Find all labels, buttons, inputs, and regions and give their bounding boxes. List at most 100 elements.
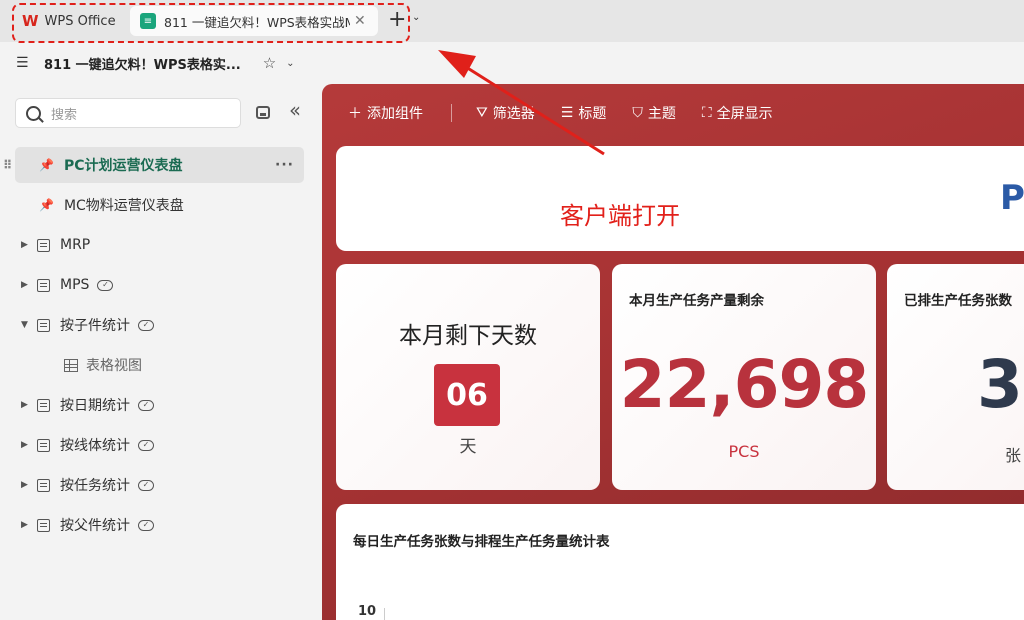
- dashboard-toolbar: ＋ 添加组件 ⛛ 筛选器 ☰ 标题 ⛉ 主题 ⛶ 全屏显示: [322, 84, 1024, 142]
- filter-icon: ⛛: [476, 105, 488, 121]
- sidebar-item-by-subpart[interactable]: ▼ 按子件统计 ✓: [15, 307, 304, 343]
- filter-label: 筛选器: [492, 106, 535, 122]
- sidebar-item-label: MPS: [60, 277, 90, 293]
- sheet-icon: [37, 438, 50, 452]
- pin-icon: 📌: [39, 198, 54, 212]
- fullscreen-icon: ⛶: [701, 105, 712, 121]
- tab-wps-office[interactable]: W WPS Office: [14, 6, 126, 36]
- sheet-icon: [37, 478, 50, 492]
- wps-logo-icon: W: [22, 12, 39, 30]
- add-widget-label: 添加组件: [367, 106, 423, 122]
- expand-arrow-icon[interactable]: ▶: [21, 480, 33, 490]
- card-title: 本月剩下天数: [399, 323, 537, 349]
- search-placeholder: 搜索: [51, 107, 78, 123]
- sheet-doc-icon: ≡: [140, 13, 156, 29]
- theme-label: 主题: [647, 106, 676, 122]
- card-title: 本月生产任务产量剩余: [629, 293, 764, 309]
- tab-bar: W WPS Office ≡ 811 一键追欠料！WPS表格实战M ✕ + ⌄: [0, 0, 1024, 43]
- card-unit: PCS: [728, 442, 760, 461]
- y-axis-tick: 10: [358, 604, 377, 619]
- fullscreen-label: 全屏显示: [716, 106, 773, 122]
- sheet-icon: [37, 238, 50, 252]
- sidebar-item-by-line[interactable]: ▶ 按线体统计 ✓: [15, 427, 304, 463]
- tab-document[interactable]: ≡ 811 一键追欠料！WPS表格实战M ✕: [130, 6, 378, 36]
- document-name[interactable]: 811 一键追欠料！WPS表格实...: [44, 54, 241, 73]
- sidebar-item-mrp[interactable]: ▶ MRP: [15, 227, 304, 263]
- days-value: 06: [434, 364, 500, 426]
- search-input[interactable]: 搜索: [15, 98, 241, 128]
- drag-handle-icon[interactable]: ⠿: [3, 158, 12, 172]
- more-icon[interactable]: ···: [275, 157, 294, 173]
- card-title: 已排生产任务张数: [904, 293, 1012, 309]
- add-widget-button[interactable]: ＋ 添加组件: [348, 103, 423, 123]
- sidebar-item-label: 按父件统计: [60, 518, 130, 534]
- sidebar-item-label: MRP: [60, 237, 91, 253]
- expand-arrow-icon[interactable]: ▶: [21, 240, 33, 250]
- sidebar-item-table-view[interactable]: 表格视图: [15, 347, 304, 383]
- sheet-icon: [37, 318, 50, 332]
- sheet-icon: [37, 518, 50, 532]
- cloud-sync-icon: ✓: [138, 479, 154, 491]
- dashboard-title-card[interactable]: 客户端打开 P: [336, 146, 1024, 251]
- fullscreen-button[interactable]: ⛶ 全屏显示: [702, 103, 773, 123]
- sheet-icon: [37, 278, 50, 292]
- sidebar-item-label: 按任务统计: [60, 478, 130, 494]
- sidebar-item-label: 按线体统计: [60, 438, 130, 454]
- sidebar-item-label: 表格视图: [86, 358, 142, 374]
- close-icon[interactable]: ✕: [354, 13, 366, 29]
- sidebar-item-by-parent[interactable]: ▶ 按父件统计 ✓: [15, 507, 304, 543]
- tab-document-label: 811 一键追欠料！WPS表格实战M: [164, 14, 350, 30]
- title-button[interactable]: ☰ 标题: [561, 103, 607, 123]
- sidebar-item-mps[interactable]: ▶ MPS ✓: [15, 267, 304, 303]
- cloud-sync-icon: ✓: [138, 399, 154, 411]
- panel-toggle-icon[interactable]: [256, 106, 270, 119]
- sidebar-item-mc-dashboard[interactable]: 📌 MC物料运营仪表盘: [15, 187, 304, 223]
- sidebar-item-label: PC计划运营仪表盘: [63, 158, 183, 174]
- plus-icon: ＋: [348, 106, 362, 122]
- card-value: 22,698: [619, 346, 870, 423]
- sidebar-item-by-date[interactable]: ▶ 按日期统计 ✓: [15, 387, 304, 423]
- daily-stats-chart-card[interactable]: 每日生产任务张数与排程生产任务量统计表 10: [336, 504, 1024, 620]
- collapse-sidebar-icon[interactable]: ‹‹: [289, 98, 301, 122]
- chevron-down-icon[interactable]: ⌄: [412, 12, 420, 23]
- sidebar-item-label: 按日期统计: [60, 398, 130, 414]
- pin-icon: 📌: [39, 158, 54, 172]
- expand-arrow-icon[interactable]: ▶: [21, 400, 33, 410]
- theme-button[interactable]: ⛉ 主题: [632, 103, 676, 123]
- sidebar-item-label: 按子件统计: [60, 318, 130, 334]
- filter-button[interactable]: ⛛ 筛选器: [476, 103, 535, 123]
- document-title-row: ☰ 811 一键追欠料！WPS表格实... ☆ ⌄: [0, 42, 1024, 84]
- cloud-sync-icon: ✓: [97, 279, 114, 291]
- table-view-icon: [64, 358, 78, 372]
- days-remaining-card[interactable]: 本月剩下天数 06 天: [336, 264, 600, 490]
- sidebar-item-by-task[interactable]: ▶ 按任务统计 ✓: [15, 467, 304, 503]
- new-tab-button[interactable]: +: [388, 8, 406, 32]
- collapse-arrow-icon[interactable]: ▼: [21, 320, 33, 330]
- cloud-sync-icon: ✓: [138, 439, 154, 451]
- expand-arrow-icon[interactable]: ▶: [21, 520, 33, 530]
- menu-icon[interactable]: ☰: [16, 55, 30, 71]
- cloud-sync-icon: ✓: [138, 519, 154, 531]
- client-open-annotation: 客户端打开: [560, 202, 680, 230]
- card-unit: 张: [1005, 446, 1022, 465]
- production-remaining-card[interactable]: 本月生产任务产量剩余 22,698 PCS: [612, 264, 876, 490]
- sidebar-item-label: MC物料运营仪表盘: [63, 198, 184, 214]
- star-icon[interactable]: ☆: [263, 54, 276, 72]
- search-icon: [26, 105, 41, 121]
- dashboard-title-text: P: [1000, 178, 1024, 218]
- title-label: 标题: [578, 106, 607, 122]
- dashboard-canvas: ＋ 添加组件 ⛛ 筛选器 ☰ 标题 ⛉ 主题 ⛶ 全屏显示 客户端打开 P 本月…: [322, 84, 1024, 620]
- sidebar-item-pc-dashboard[interactable]: ⠿ 📌 PC计划运营仪表盘 ···: [3, 147, 304, 183]
- y-axis-line: [384, 608, 385, 620]
- expand-arrow-icon[interactable]: ▶: [21, 440, 33, 450]
- toolbar-divider: [451, 104, 452, 122]
- chevron-down-icon[interactable]: ⌄: [286, 58, 294, 69]
- cloud-sync-icon: ✓: [138, 319, 154, 331]
- tab-wps-label: WPS Office: [44, 13, 116, 29]
- card-unit: 天: [459, 437, 477, 457]
- chart-title: 每日生产任务张数与排程生产任务量统计表: [353, 534, 610, 550]
- expand-arrow-icon[interactable]: ▶: [21, 280, 33, 290]
- shirt-icon: ⛉: [632, 105, 643, 121]
- title-icon: ☰: [560, 105, 574, 121]
- scheduled-tasks-card[interactable]: 已排生产任务张数 3 张: [887, 264, 1024, 490]
